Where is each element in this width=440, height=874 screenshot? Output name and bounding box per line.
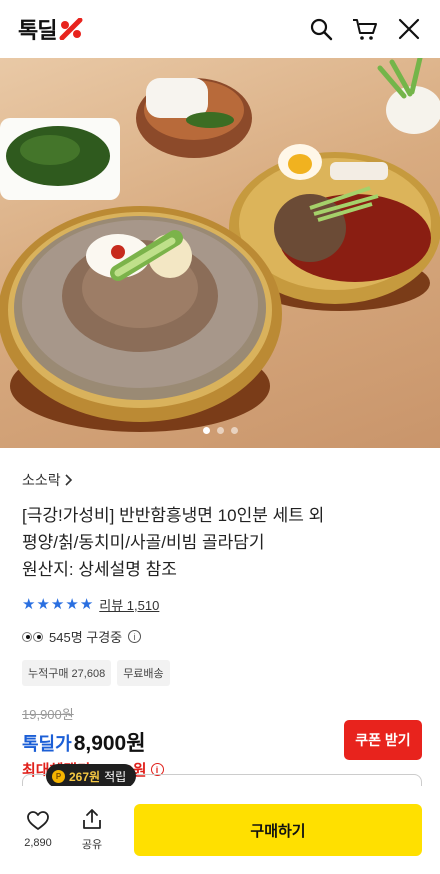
- eyes-icon: [22, 631, 43, 642]
- cumulative-sales-badge: 누적구매 27,608: [22, 660, 112, 686]
- buy-button[interactable]: 구매하기: [134, 804, 422, 856]
- close-icon[interactable]: [396, 16, 422, 42]
- product-photo: [0, 58, 440, 432]
- product-title: [극강!가성비] 반반함흥냉면 10인분 세트 외 평양/칡/동치미/사골/비빔…: [22, 502, 418, 583]
- viewers-count: 545명 구경중: [49, 630, 123, 645]
- title-line: [극강!가성비] 반반함흥냉면 10인분 세트 외: [22, 506, 325, 525]
- logo[interactable]: 톡딜: [18, 13, 84, 45]
- carousel-dot[interactable]: [202, 427, 210, 434]
- points-tooltip: P 267원 적립: [46, 764, 137, 788]
- badge-list: 누적구매 27,608 무료배송: [22, 660, 418, 686]
- star-rating: ★ ★ ★ ★ ★: [22, 597, 93, 612]
- sale-price: 8,900원: [73, 732, 146, 755]
- cart-icon[interactable]: [352, 16, 378, 42]
- brand-name: 소소락: [22, 472, 61, 488]
- origin-line: 원산지: 상세설명 참조: [22, 560, 177, 579]
- coupon-button[interactable]: 쿠폰 받기: [344, 720, 422, 760]
- title-line: 평양/칡/동치미/사골/비빔 골라담기: [22, 533, 265, 552]
- star-icon: ★: [79, 596, 94, 613]
- points-amount: 267원: [69, 769, 101, 784]
- carousel-dot[interactable]: [216, 427, 224, 434]
- like-button[interactable]: 2,890: [18, 811, 58, 849]
- like-count: 2,890: [24, 837, 52, 849]
- logo-text: 톡딜: [18, 19, 57, 44]
- review-link[interactable]: 리뷰 1,510: [99, 595, 159, 614]
- share-icon: [83, 809, 101, 829]
- carousel-dots: [0, 427, 440, 434]
- star-icon: ★: [65, 596, 79, 613]
- coin-icon: P: [52, 769, 65, 783]
- share-button[interactable]: 공유: [72, 808, 112, 852]
- search-icon[interactable]: [308, 16, 334, 42]
- free-shipping-badge: 무료배송: [117, 660, 170, 686]
- star-icon: ★: [50, 596, 65, 613]
- heart-icon: [27, 811, 49, 830]
- app-header: 톡딜: [0, 0, 440, 58]
- points-suffix: 적립: [104, 769, 127, 784]
- star-icon: ★: [22, 596, 36, 613]
- price-label: 톡딜가: [22, 734, 72, 754]
- viewers-row: 545명 구경중 i: [22, 627, 418, 646]
- bottom-action-bar: 2,890 공유 구매하기: [0, 786, 440, 874]
- chevron-right-icon: [65, 474, 72, 486]
- star-icon: ★: [36, 596, 50, 613]
- brand-link[interactable]: 소소락: [22, 470, 418, 490]
- percent-icon: [59, 18, 83, 40]
- rating-row: ★ ★ ★ ★ ★ 리뷰 1,510: [22, 595, 418, 614]
- carousel-dot[interactable]: [230, 427, 238, 434]
- product-image-carousel[interactable]: [0, 58, 440, 448]
- share-label: 공유: [81, 839, 103, 851]
- info-icon[interactable]: i: [128, 630, 142, 643]
